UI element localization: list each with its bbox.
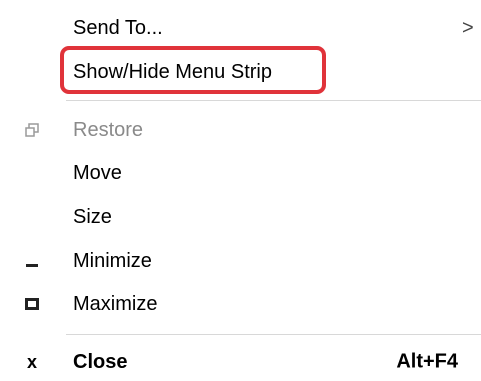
maximize-icon	[23, 295, 41, 313]
close-icon: x	[26, 351, 37, 372]
menu-item-restore: Restore	[0, 108, 481, 152]
highlight-annotation-box	[60, 46, 326, 94]
menu-item-move[interactable]: Move	[0, 151, 481, 195]
menu-item-label: Close	[73, 351, 128, 373]
menu-item-send-to[interactable]: Send To... >	[0, 6, 481, 50]
chevron-right-icon: >	[462, 17, 474, 39]
menu-item-label: Restore	[73, 119, 144, 141]
menu-item-close[interactable]: x Close Alt+F4	[0, 340, 481, 381]
menu-item-label: Send To...	[73, 17, 163, 39]
context-menu: Send To... > Show/Hide Menu Strip Restor…	[0, 0, 481, 381]
menu-item-label: Size	[73, 206, 112, 228]
menu-item-minimize[interactable]: Minimize	[0, 239, 481, 283]
menu-item-size[interactable]: Size	[0, 195, 481, 239]
keyboard-shortcut: Alt+F4	[396, 350, 458, 373]
menu-separator	[66, 100, 481, 101]
menu-separator	[66, 334, 481, 335]
minimize-icon	[23, 252, 41, 270]
restore-icon	[23, 121, 41, 139]
menu-item-label: Maximize	[73, 293, 158, 315]
menu-item-label: Move	[73, 162, 122, 184]
menu-item-label: Minimize	[73, 250, 152, 272]
menu-item-maximize[interactable]: Maximize	[0, 282, 481, 326]
